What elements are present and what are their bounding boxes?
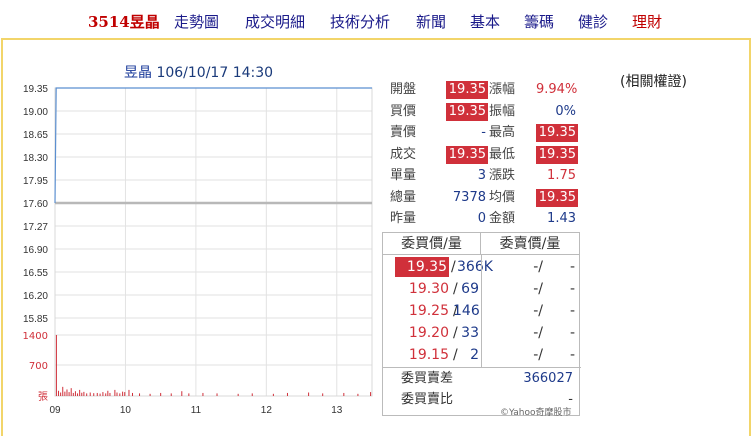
copyright: ©Yahoo奇摩股市 [500,408,572,418]
quote-label: 最低 [489,146,516,162]
quote-row: 開盤 19.35 漲幅 9.94% [390,80,580,100]
ask-header: 委賣價/量 [481,233,579,255]
volume-tick-label: 700 [29,361,48,372]
bid-price: 19.35 [395,257,449,277]
chart-title-datetime: 106/10/17 14:30 [156,65,274,81]
quote-label: 賣價 [390,125,417,140]
volume-tick-label: 張 [38,391,48,403]
quote-value: 7378 [452,189,486,205]
quote-value: - [481,125,486,140]
time-tick-label: 09 [49,405,61,416]
quote-label: 金額 [489,211,516,226]
ask-volume: - [569,303,575,319]
quote-value: 0% [555,103,576,119]
time-tick-label: 11 [191,405,202,416]
quote-value: 9.94% [536,82,578,97]
quote-label: 漲幅 [489,82,516,97]
ask-volume: - [569,325,575,341]
price-tick-label: 18.65 [23,130,48,141]
quote-row: 賣價 - 最高 19.35 [390,123,580,143]
quote-row: 單量 3 漲跌 1.75 [390,166,580,186]
quote-row: 買價 19.35 振幅 0% [390,102,580,122]
ask-price: -/ [533,325,543,341]
bid-price: 19.25 [408,303,449,319]
ask-volume: - [569,281,575,297]
quote-label: 昨量 [390,211,417,226]
price-tick-label: 18.30 [23,153,48,164]
time-tick-label: 12 [261,405,273,416]
ask-price: -/ [533,281,543,297]
quote-value: 19.35 [536,124,578,142]
price-tick-label: 19.35 [23,84,48,95]
ask-volume: - [569,347,575,363]
price-tick-label: 17.27 [23,222,48,233]
quote-row: 成交 19.35 最低 19.35 [390,145,580,165]
time-tick-label: 10 [120,405,132,416]
ask-price: -/ [533,259,543,275]
quote-row: 總量 7378 均價 19.35 [390,188,580,208]
bid-price: 19.15 [408,347,449,363]
bid-volume: 33 [461,325,479,341]
ask-price: -/ [533,303,543,319]
quote-value: 3 [477,168,486,183]
quote-value: 1.75 [547,168,576,183]
quote-value: 19.35 [446,102,488,121]
price-tick-label: 15.85 [23,314,48,325]
price-line [54,87,372,204]
bid-volume: 69 [461,281,479,297]
quote-label: 漲跌 [489,168,516,183]
time-tick-label: 13 [331,405,343,416]
chart-title: 昱晶 106/10/17 14:30 [124,62,273,82]
bid-price: 19.30 [408,281,449,297]
bid-ask-diff-label: 委買賣差 [401,371,454,386]
quote-label: 均價 [489,189,516,205]
bid-volume: 146 [453,303,480,319]
volume-tick-label: 1400 [23,331,48,342]
bid-ask-diff-value: 366027 [523,371,573,386]
price-tick-label: 17.95 [23,176,48,187]
quote-label: 振幅 [489,103,516,119]
quote-value: 0 [477,211,486,226]
quote-value: 19.35 [536,145,578,164]
related-warrants-link[interactable]: (相關權證) [620,71,687,91]
quote-label: 開盤 [390,82,417,97]
ask-volume: - [569,259,575,275]
bid-ask-diff-row: 委買賣差 366027 [383,367,581,389]
price-tick-label: 16.90 [23,245,48,256]
bid-separator: / [451,259,456,275]
price-tick-label: 16.20 [23,291,48,302]
quote-label: 買價 [390,103,417,119]
bid-price: 19.20 [408,325,449,341]
bid-ask-ratio-label: 委買賣比 [401,392,454,407]
price-tick-label: 19.00 [23,107,48,118]
quote-row: 昨量 0 金額 1.43 [390,209,580,229]
price-tick-label: 16.55 [23,268,48,279]
order-book-divider [481,255,482,367]
chart-title-stock: 昱晶 [124,65,152,81]
bid-volume: 2 [470,347,479,363]
intraday-chart: 19.35 19.00 18.65 18.30 17.95 17.60 17.27 16.90… [23,84,373,416]
quote-label: 最高 [489,125,516,140]
quote-value: 19.35 [446,81,488,99]
order-book: 委買價/量 委賣價/量 委買賣差 366027 委買賣比 - 19.35/366… [382,232,581,416]
quote-label: 成交 [390,146,417,162]
bid-header: 委買價/量 [383,233,481,255]
quote-value: 19.35 [446,145,488,164]
bid-volume: 366K [457,259,493,275]
price-tick-label: 17.60 [23,199,48,210]
ask-price: -/ [533,347,543,363]
quote-label: 總量 [390,189,417,205]
quote-value: 1.43 [547,211,576,226]
quote-label: 單量 [390,168,417,183]
quote-value: 19.35 [536,188,578,207]
